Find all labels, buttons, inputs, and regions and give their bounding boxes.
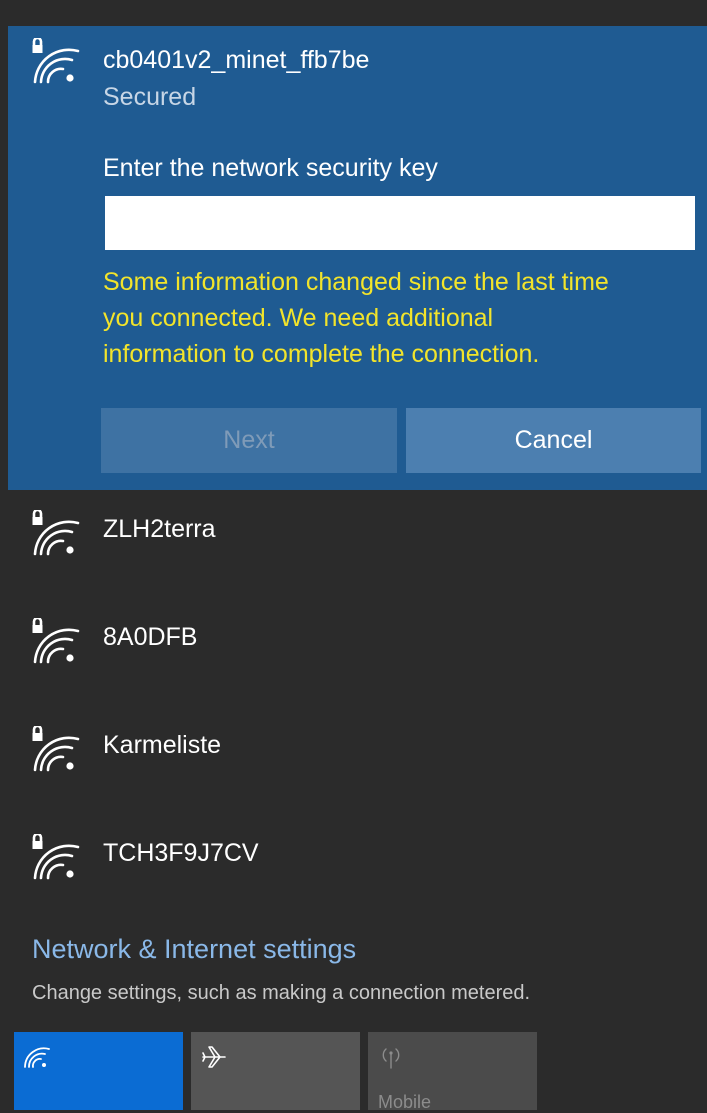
secured-wifi-icon <box>32 618 80 664</box>
network-name: 8A0DFB <box>103 623 198 651</box>
network-settings-description: Change settings, such as making a connec… <box>32 982 531 1004</box>
secured-wifi-icon <box>32 510 80 556</box>
secured-wifi-icon <box>32 834 80 880</box>
mobile-hotspot-tile[interactable]: Mobile <box>368 1032 537 1112</box>
security-key-prompt: Enter the network security key <box>103 154 438 182</box>
secured-wifi-icon <box>32 726 80 772</box>
connection-warning: Some information changed since the last … <box>103 264 703 372</box>
security-key-input[interactable] <box>105 196 695 250</box>
network-settings-link[interactable]: Network & Internet settings <box>32 934 356 965</box>
wifi-icon <box>24 1047 50 1068</box>
network-list-item[interactable]: TCH3F9J7CV <box>0 814 707 914</box>
wifi-toggle-tile[interactable] <box>14 1032 183 1110</box>
network-name: ZLH2terra <box>103 515 216 543</box>
selected-network-panel: cb0401v2_minet_ffb7be Secured Enter the … <box>8 26 707 490</box>
network-list-item[interactable]: ZLH2terra <box>0 490 707 590</box>
network-name: TCH3F9J7CV <box>103 839 259 867</box>
network-name: Karmeliste <box>103 731 222 759</box>
airplane-mode-tile[interactable] <box>191 1032 360 1110</box>
warning-line: you connected. We need additional <box>103 304 494 332</box>
selected-network-name: cb0401v2_minet_ffb7be <box>103 46 370 74</box>
next-button[interactable]: Next <box>101 408 397 473</box>
flyout-top-edge <box>0 0 707 26</box>
airplane-icon <box>202 1046 226 1068</box>
cancel-button[interactable]: Cancel <box>406 408 701 473</box>
mobile-hotspot-icon <box>382 1048 400 1069</box>
network-list-item[interactable]: Karmeliste <box>0 706 707 806</box>
secured-wifi-icon <box>32 38 80 84</box>
network-list-item[interactable]: 8A0DFB <box>0 598 707 698</box>
warning-line: Some information changed since the last … <box>103 268 609 296</box>
selected-network-status: Secured <box>103 83 197 111</box>
warning-line: information to complete the connection. <box>103 340 540 368</box>
